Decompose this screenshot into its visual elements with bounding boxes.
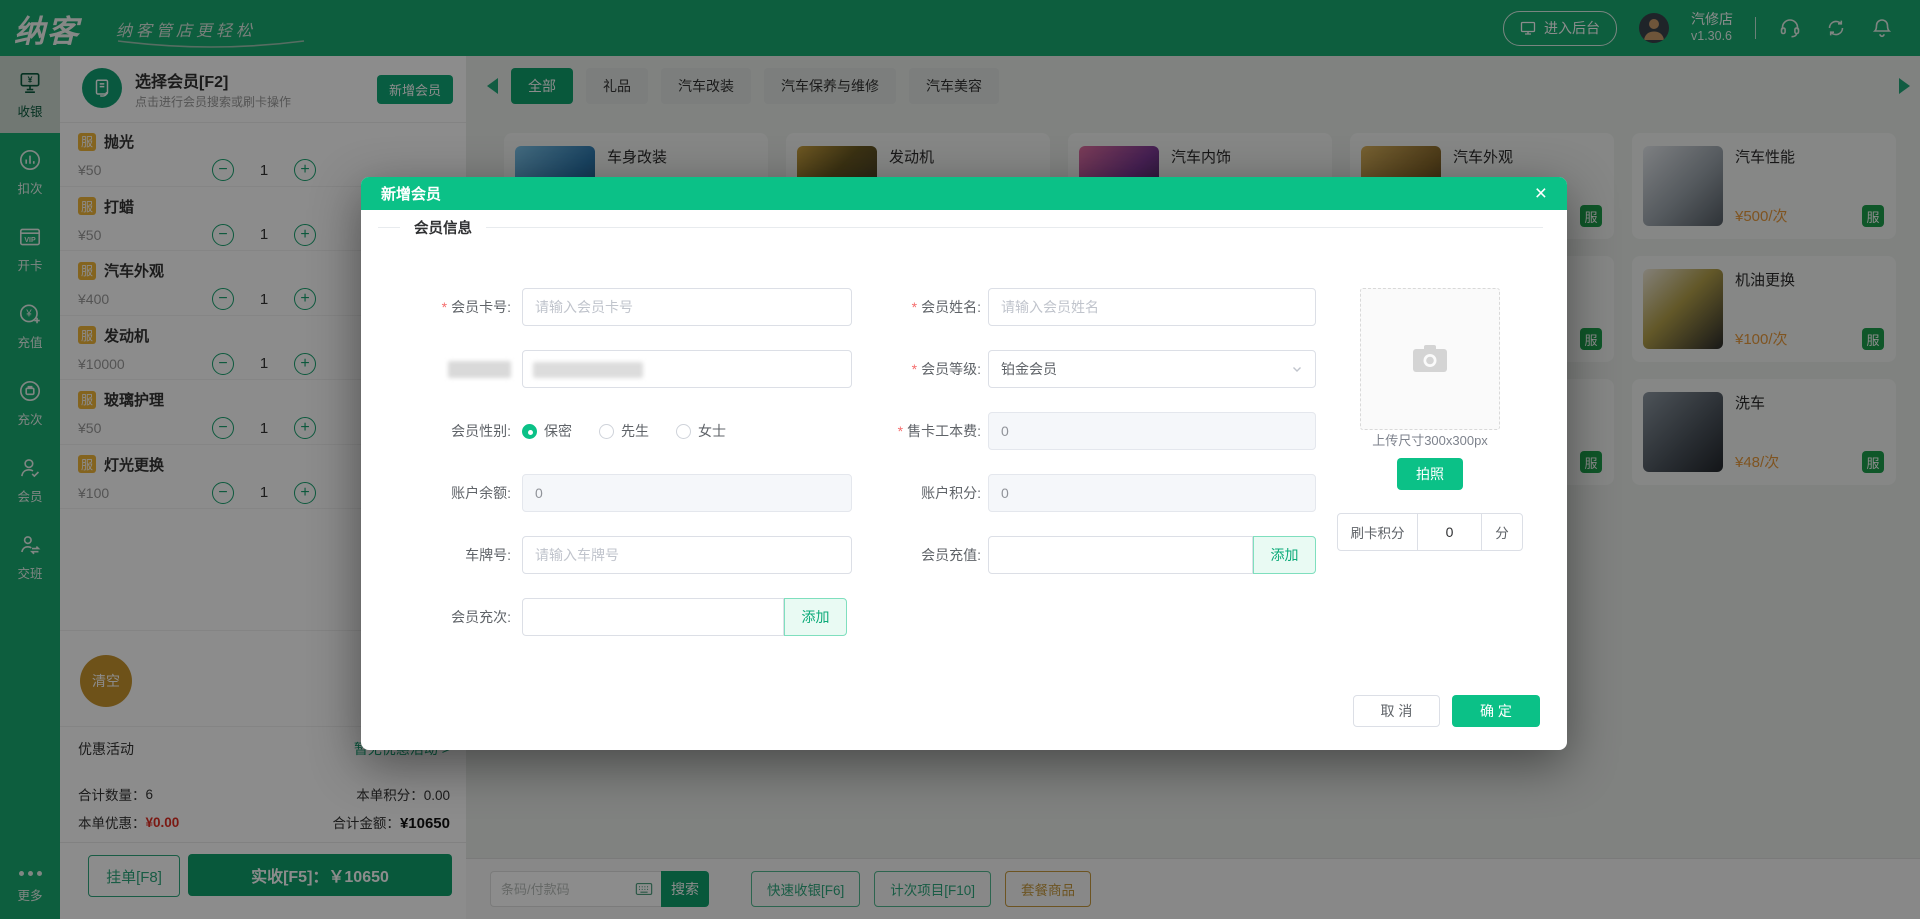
card-no-input[interactable]: [522, 288, 852, 326]
member-name-field: [988, 288, 1316, 326]
radio-icon: [676, 424, 691, 439]
gender-radio-male[interactable]: 先生: [599, 421, 649, 441]
masked-label: [381, 350, 511, 388]
radio-icon: [599, 424, 614, 439]
points-field: [988, 474, 1316, 512]
swipe-points-unit: 分: [1482, 514, 1522, 550]
points-label: 账户积分:: [841, 474, 981, 512]
cancel-button[interactable]: 取 消: [1353, 695, 1440, 727]
pos-app: 纳客 纳客管店更轻松 进入后台 汽修店 v1.30.6: [0, 0, 1920, 919]
points-input: [988, 474, 1316, 512]
card-fee-field: [988, 412, 1316, 450]
swipe-points-group: 刷卡积分 0 分: [1337, 513, 1523, 551]
required-asterisk: *: [442, 299, 447, 315]
required-asterisk: *: [898, 423, 903, 439]
dialog-title: 新增会员: [381, 183, 441, 204]
balance-label: 账户余额:: [381, 474, 511, 512]
member-name-input[interactable]: [988, 288, 1316, 326]
member-level-label: *会员等级:: [841, 350, 981, 388]
recharge-label: 会员充值:: [841, 536, 981, 574]
recharge-field: 添加: [988, 536, 1316, 574]
card-fee-input: [988, 412, 1316, 450]
masked-input[interactable]: [522, 350, 852, 388]
gender-radio-female[interactable]: 女士: [676, 421, 726, 441]
recharge-count-input[interactable]: [522, 598, 784, 636]
section-title: 会员信息: [414, 217, 472, 238]
gender-field: 保密 先生 女士: [522, 412, 852, 450]
gender-label: 会员性别:: [381, 412, 511, 450]
masked-value-block: [533, 362, 643, 378]
member-level-field: 铂金会员: [988, 350, 1316, 388]
swipe-points-input[interactable]: 0: [1418, 514, 1482, 550]
member-level-value: 铂金会员: [1001, 359, 1057, 379]
dialog-header: 新增会员 ×: [361, 177, 1567, 210]
confirm-button[interactable]: 确 定: [1452, 695, 1540, 727]
masked-label-block: [448, 361, 511, 378]
required-asterisk: *: [912, 361, 917, 377]
member-level-select[interactable]: 铂金会员: [988, 350, 1316, 388]
gender-radio-secret[interactable]: 保密: [522, 421, 572, 441]
camera-icon: [1406, 335, 1454, 383]
recharge-input[interactable]: [988, 536, 1253, 574]
card-no-field: [522, 288, 852, 326]
chevron-down-icon: [1291, 363, 1303, 375]
recharge-count-field: 添加: [522, 598, 847, 636]
upload-size-hint: 上传尺寸300x300px: [1330, 430, 1530, 449]
close-icon[interactable]: ×: [1535, 183, 1547, 204]
member-name-label: *会员姓名:: [841, 288, 981, 326]
recharge-add-button[interactable]: 添加: [1253, 536, 1316, 574]
plate-input[interactable]: [522, 536, 852, 574]
required-asterisk: *: [912, 299, 917, 315]
plate-label: 车牌号:: [381, 536, 511, 574]
card-fee-label: *售卡工本费:: [841, 412, 981, 450]
swipe-points-label: 刷卡积分: [1338, 514, 1418, 550]
recharge-count-add-button[interactable]: 添加: [784, 598, 847, 636]
radio-selected-icon: [522, 424, 537, 439]
member-info-section-header: 会员信息: [361, 210, 1543, 244]
plate-field: [522, 536, 852, 574]
card-no-label: *会员卡号:: [381, 288, 511, 326]
photo-upload-box[interactable]: [1360, 288, 1500, 430]
take-photo-button[interactable]: 拍照: [1397, 458, 1463, 490]
balance-input: [522, 474, 852, 512]
balance-field: [522, 474, 852, 512]
recharge-count-label: 会员充次:: [381, 598, 511, 636]
add-member-dialog: 新增会员 × 会员信息 *会员卡号: *会员姓名: *会员等级: 铂金会员 会员…: [361, 177, 1567, 750]
masked-field: [522, 350, 852, 388]
